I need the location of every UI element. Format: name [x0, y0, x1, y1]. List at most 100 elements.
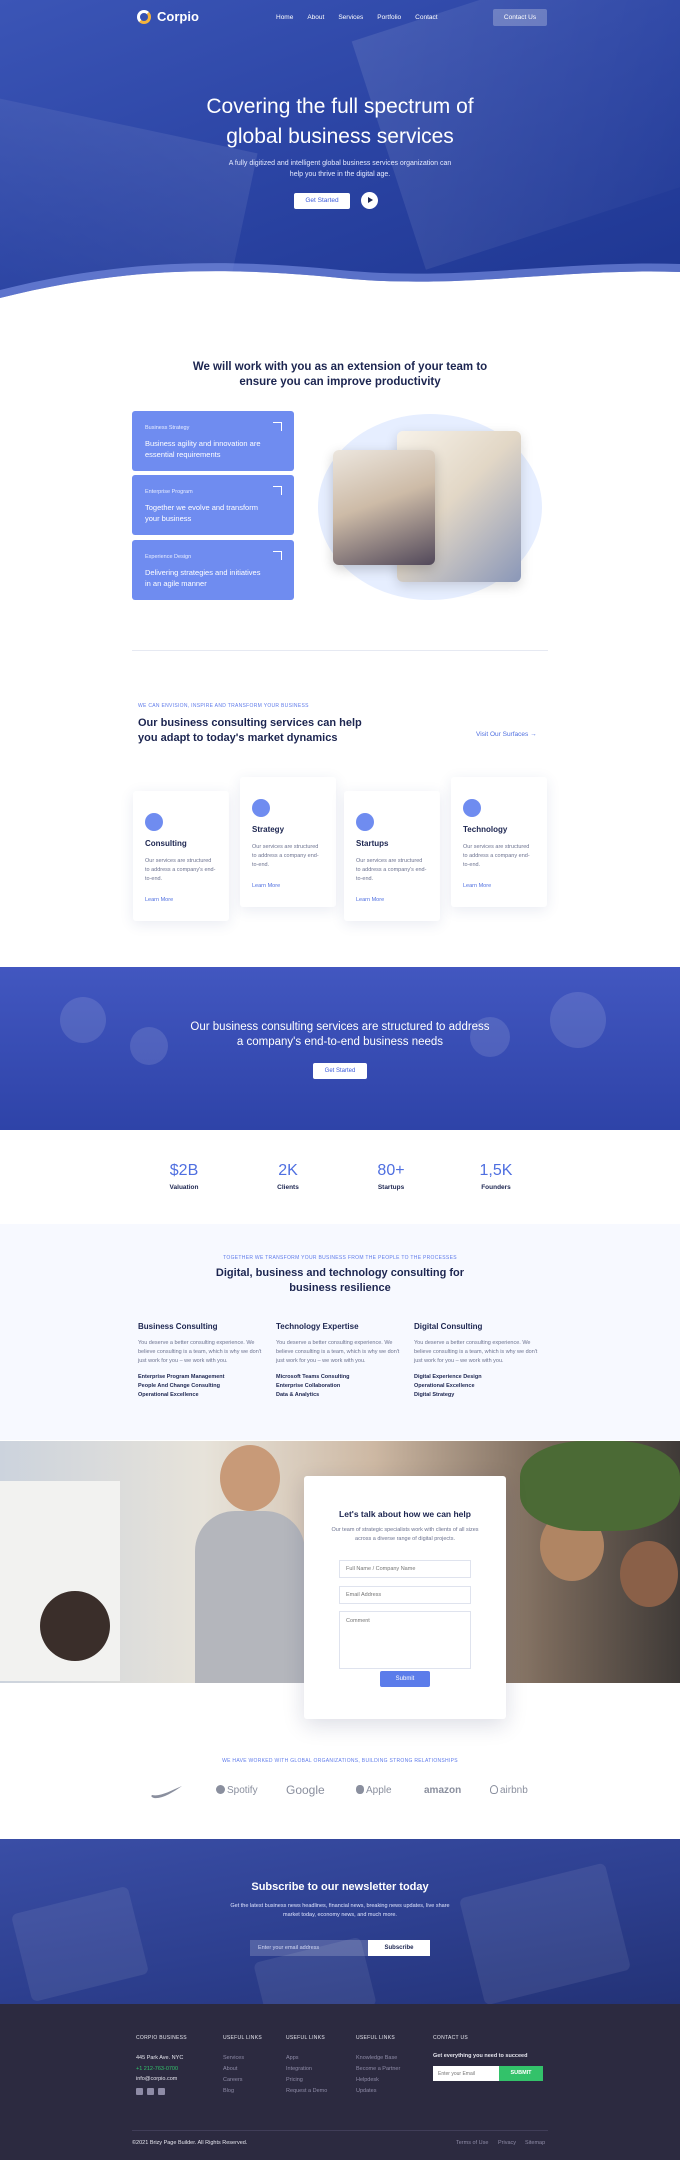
footer-email-input[interactable]	[433, 2066, 499, 2081]
column-item[interactable]: Digital Experience Design	[414, 1374, 544, 1380]
logo[interactable]: Corpio	[137, 9, 199, 24]
subscribe-button[interactable]: Subscribe	[368, 1940, 430, 1956]
nav-portfolio[interactable]: Portfolio	[377, 14, 401, 21]
feature-card-experience-design[interactable]: Experience Design Delivering strategies …	[132, 540, 294, 600]
footer-link[interactable]: Request a Demo	[286, 2088, 327, 2094]
newsletter-desc: Get the latest business news headlines, …	[230, 1903, 450, 1918]
footer-link[interactable]: Updates	[356, 2088, 377, 2094]
footer-email[interactable]: info@corpio.com	[136, 2076, 177, 2082]
column-item[interactable]: Enterprise Collaboration	[276, 1383, 406, 1389]
airbnb-icon	[490, 1785, 498, 1794]
footer-address: 445 Park Ave. NYC	[136, 2055, 184, 2061]
column-item[interactable]: Digital Strategy	[414, 1392, 544, 1398]
feature-card-text: Together we evolve and transform your bu…	[145, 503, 258, 523]
twitter-icon[interactable]	[136, 2088, 143, 2095]
email-input[interactable]	[339, 1586, 471, 1604]
newsletter-email-input[interactable]	[250, 1940, 368, 1956]
copyright: ©2021 Brizy Page Builder. All Rights Res…	[132, 2140, 248, 2146]
footer-link[interactable]: Become a Partner	[356, 2066, 400, 2072]
column-item[interactable]: Enterprise Program Management	[138, 1374, 268, 1380]
spotify-logo: Spotify	[216, 1785, 258, 1796]
document-shape	[10, 1885, 150, 2003]
stat-clients: 2K Clients	[243, 1162, 333, 1191]
visit-surfaces-link[interactable]: Visit Our Surfaces →	[476, 731, 537, 738]
privacy-link[interactable]: Privacy	[498, 2140, 516, 2146]
learn-more-link[interactable]: Learn More	[145, 897, 173, 903]
stat-value: $2B	[169, 1162, 199, 1179]
footer-phone[interactable]: +1 212-763-0700	[136, 2066, 178, 2072]
consulting-column-technology: Technology Expertise You deserve a bette…	[276, 1322, 406, 1398]
footer-submit-button[interactable]: SUBMIT	[499, 2066, 543, 2081]
feature-card-business-strategy[interactable]: Business Strategy Business agility and i…	[132, 411, 294, 471]
column-desc: You deserve a better consulting experien…	[276, 1340, 400, 1364]
column-item[interactable]: People And Change Consulting	[138, 1383, 268, 1389]
service-card-consulting[interactable]: Consulting Our services are structured t…	[133, 791, 229, 921]
nav-about[interactable]: About	[307, 14, 324, 21]
apple-logo: Apple	[356, 1785, 392, 1796]
consulting-title-line: Digital, business and technology consult…	[215, 1267, 465, 1279]
consulting-title: Digital, business and technology consult…	[140, 1266, 540, 1296]
consulting-tag: TOGETHER WE TRANSFORM YOUR BUSINESS FROM…	[223, 1255, 457, 1261]
feature-card-enterprise-program[interactable]: Enterprise Program Together we evolve an…	[132, 475, 294, 535]
stat-label: Startups	[377, 1184, 405, 1191]
hero-wave	[0, 263, 680, 310]
feature-card-tag: Experience Design	[145, 554, 192, 560]
comment-textarea[interactable]	[339, 1611, 471, 1669]
column-title: Technology Expertise	[276, 1322, 359, 1331]
footer-link[interactable]: About	[223, 2066, 237, 2072]
startups-icon	[356, 813, 374, 831]
service-card-startups[interactable]: Startups Our services are structured to …	[344, 791, 440, 921]
footer-contact-heading: CONTACT US	[433, 2035, 469, 2041]
stat-label: Valuation	[169, 1184, 199, 1191]
column-item[interactable]: Operational Excellence	[414, 1383, 544, 1389]
footer-link[interactable]: Services	[223, 2055, 244, 2061]
footer-link[interactable]: Integration	[286, 2066, 312, 2072]
footer-col2-heading: USEFUL LINKS	[223, 2035, 262, 2041]
footer-link[interactable]: Blog	[223, 2088, 234, 2094]
instagram-icon[interactable]	[158, 2088, 165, 2095]
contact-us-button[interactable]: Contact Us	[493, 9, 547, 26]
nav-contact[interactable]: Contact	[415, 14, 437, 21]
nav-home[interactable]: Home	[276, 14, 293, 21]
services-tag: WE CAN ENVISION, INSPIRE AND TRANSFORM Y…	[138, 703, 309, 709]
consulting-title-line: business resilience	[289, 1282, 391, 1294]
footer-link[interactable]: Careers	[223, 2077, 243, 2083]
column-item[interactable]: Data & Analytics	[276, 1392, 406, 1398]
submit-button[interactable]: Submit	[380, 1671, 430, 1687]
strategy-icon	[252, 799, 270, 817]
nav-services[interactable]: Services	[338, 14, 363, 21]
learn-more-link[interactable]: Learn More	[356, 897, 384, 903]
footer-link[interactable]: Helpdesk	[356, 2077, 379, 2083]
facebook-icon[interactable]	[147, 2088, 154, 2095]
hero-title-line: Covering the full spectrum of	[206, 95, 474, 118]
feature-card-text: Delivering strategies and initiatives in…	[145, 568, 261, 588]
play-video-icon[interactable]	[361, 192, 378, 209]
technology-icon	[463, 799, 481, 817]
name-input[interactable]	[339, 1560, 471, 1578]
services-title-line: you adapt to today's market dynamics	[138, 732, 338, 744]
band-get-started-button[interactable]: Get Started	[313, 1063, 367, 1079]
learn-more-link[interactable]: Learn More	[252, 883, 280, 889]
sitemap-link[interactable]: Sitemap	[525, 2140, 545, 2146]
service-card-strategy[interactable]: Strategy Our services are structured to …	[240, 777, 336, 907]
footer-link[interactable]: Apps	[286, 2055, 299, 2061]
terms-link[interactable]: Terms of Use	[456, 2140, 488, 2146]
band-title: Our business consulting services are str…	[150, 1020, 530, 1050]
footer-col3-heading: USEFUL LINKS	[286, 2035, 325, 2041]
nike-logo-icon	[151, 1786, 182, 1799]
feature-card-text: Business agility and innovation are esse…	[145, 439, 261, 459]
column-desc: You deserve a better consulting experien…	[414, 1340, 538, 1364]
column-item[interactable]: Microsoft Teams Consulting	[276, 1374, 406, 1380]
footer-link[interactable]: Pricing	[286, 2077, 303, 2083]
main-nav: Home About Services Portfolio Contact	[276, 14, 438, 21]
learn-more-link[interactable]: Learn More	[463, 883, 491, 889]
brand-name: airbnb	[500, 1785, 528, 1796]
hero-subtitle: A fully digitized and intelligent global…	[228, 160, 452, 178]
stat-value: 2K	[278, 1162, 298, 1179]
spotify-icon	[216, 1785, 225, 1794]
stat-valuation: $2B Valuation	[139, 1162, 229, 1191]
column-item[interactable]: Operational Excellence	[138, 1392, 268, 1398]
footer-link[interactable]: Knowledge Base	[356, 2055, 397, 2061]
hero-get-started-button[interactable]: Get Started	[294, 193, 350, 209]
service-card-technology[interactable]: Technology Our services are structured t…	[451, 777, 547, 907]
